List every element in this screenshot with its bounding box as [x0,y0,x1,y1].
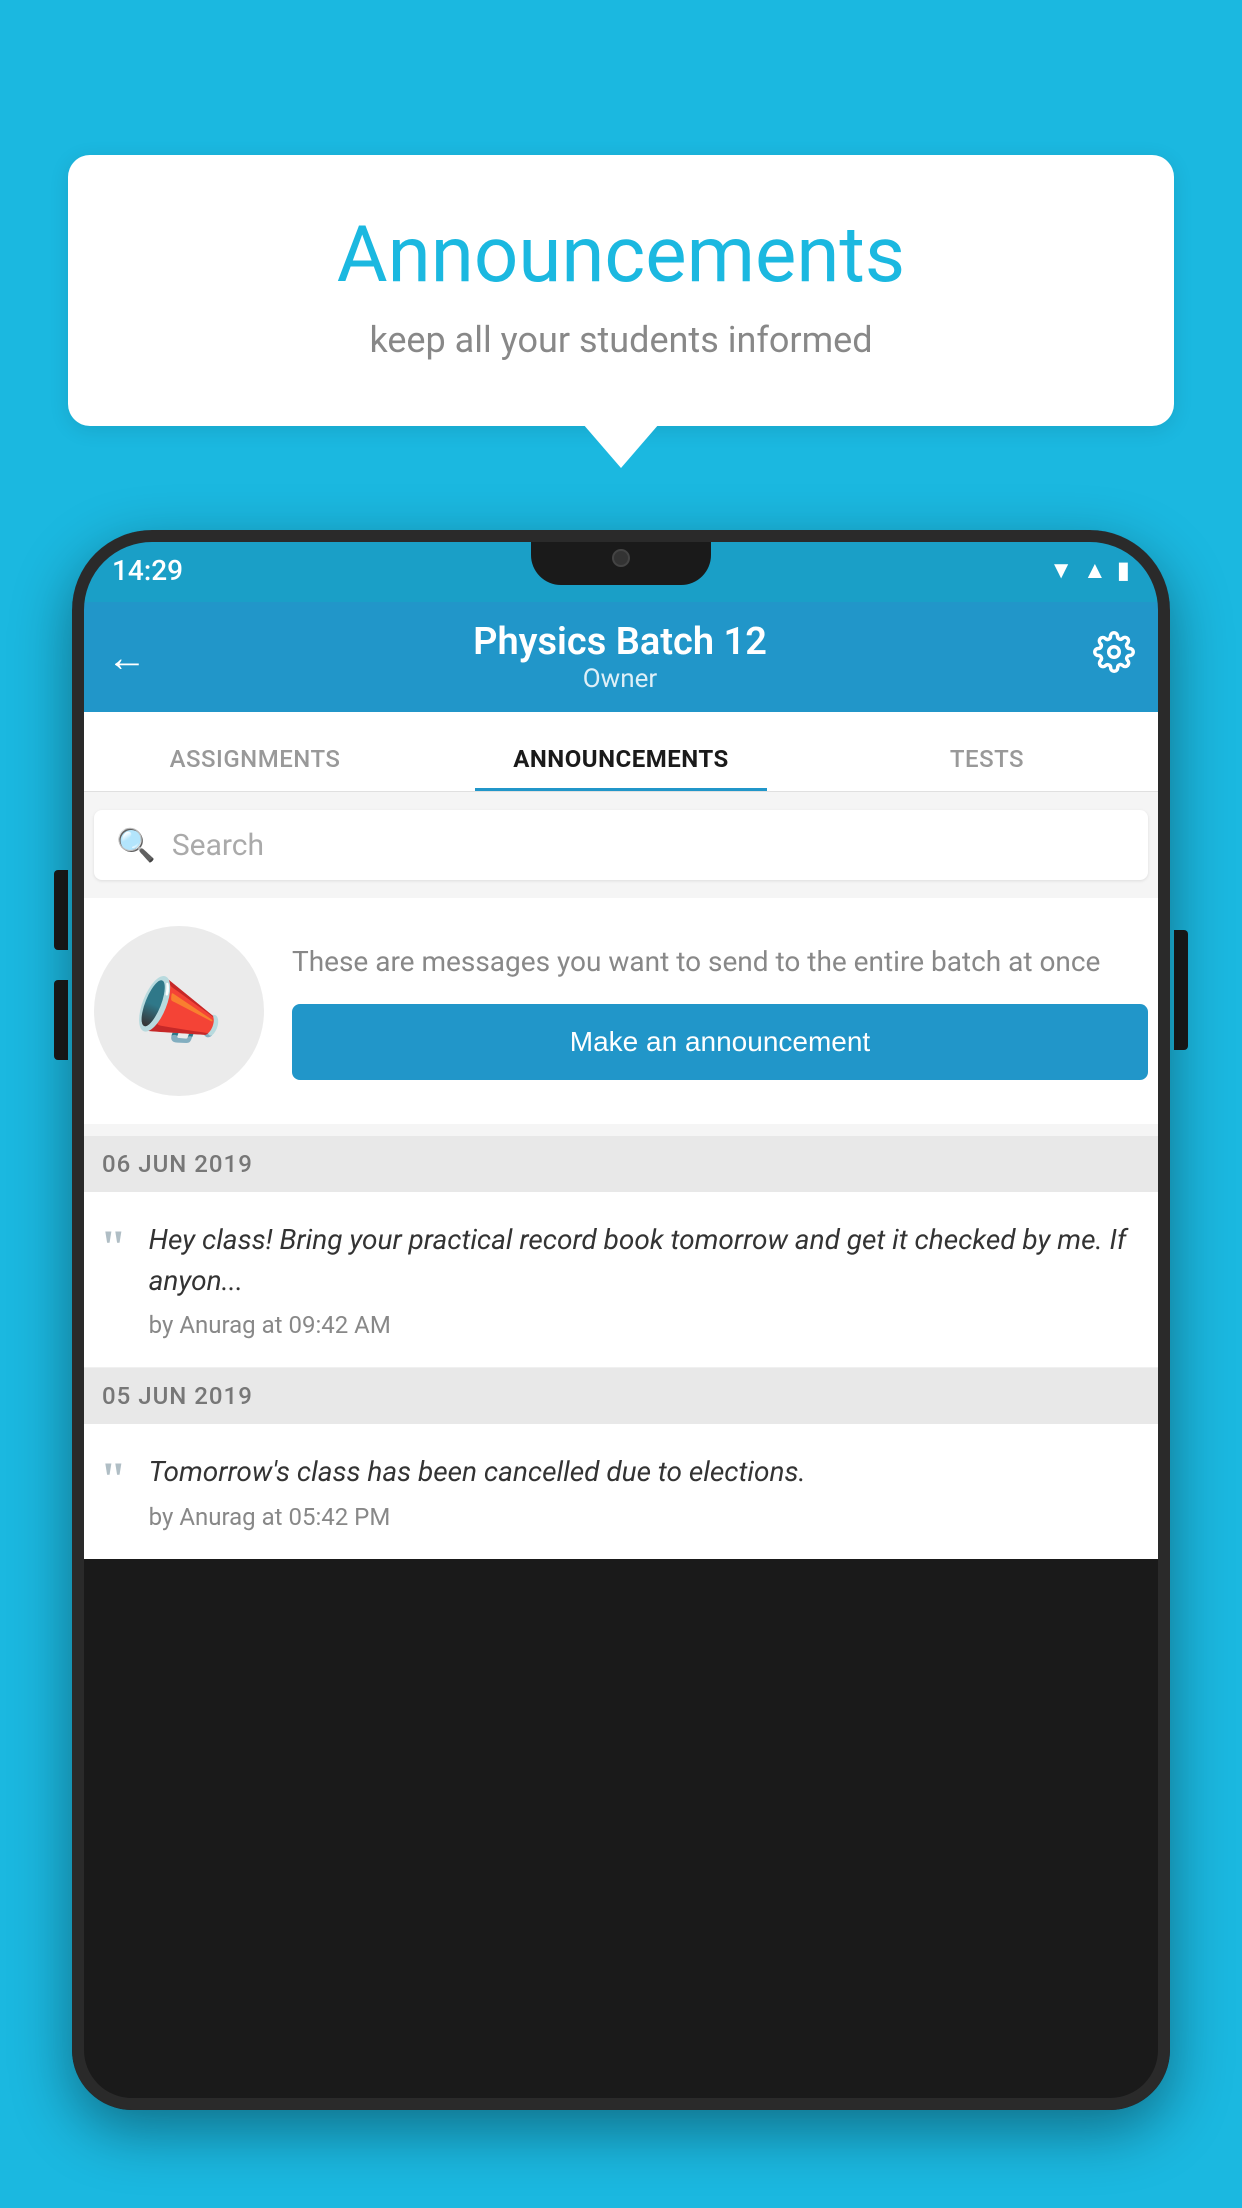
back-button[interactable]: ← [107,634,147,681]
search-bar[interactable]: 🔍 Search [94,810,1148,880]
wifi-icon: ▼ [1049,556,1073,585]
tabs-container: ASSIGNMENTS ANNOUNCEMENTS TESTS [72,712,1170,792]
announcement-meta-1: by Anurag at 09:42 AM [149,1311,1142,1339]
header-title: Physics Batch 12 [473,620,767,664]
phone-power-button [1174,930,1188,1050]
speech-bubble-card: Announcements keep all your students inf… [68,155,1174,426]
announcement-message-1: Hey class! Bring your practical record b… [149,1220,1142,1301]
battery-icon: ▮ [1117,556,1130,584]
prompt-description: These are messages you want to send to t… [292,942,1148,981]
make-announcement-button[interactable]: Make an announcement [292,1004,1148,1080]
announcement-message-2: Tomorrow's class has been cancelled due … [149,1452,1142,1493]
megaphone-circle: 📣 [94,926,264,1096]
speech-bubble-section: Announcements keep all your students inf… [68,155,1174,426]
phone-mockup: 14:29 ▼ ▲ ▮ ← Physics Batch 12 Owner [72,530,1170,2208]
phone-vol-down-button [54,980,68,1060]
announcement-text-block-2: Tomorrow's class has been cancelled due … [149,1452,1142,1531]
tab-announcements[interactable]: ANNOUNCEMENTS [438,745,804,791]
signal-icon: ▲ [1083,556,1107,585]
date-separator-2: 05 JUN 2019 [72,1368,1170,1424]
phone-notch [531,530,711,585]
header-subtitle: Owner [473,664,767,694]
bubble-title: Announcements [128,210,1114,301]
header-center: Physics Batch 12 Owner [473,620,767,694]
tab-assignments[interactable]: ASSIGNMENTS [72,745,438,791]
quote-icon-2: " [100,1456,127,1504]
announcement-text-block-1: Hey class! Bring your practical record b… [149,1220,1142,1339]
app-header: ← Physics Batch 12 Owner [72,602,1170,712]
announcement-item-1[interactable]: " Hey class! Bring your practical record… [72,1192,1170,1368]
app-content: 🔍 Search 📣 These are messages you want t… [72,792,1170,1559]
announcement-prompt-section: 📣 These are messages you want to send to… [72,898,1170,1124]
settings-button[interactable] [1093,631,1135,683]
phone-frame: 14:29 ▼ ▲ ▮ ← Physics Batch 12 Owner [72,530,1170,2110]
phone-vol-up-button [54,870,68,950]
megaphone-icon: 📣 [134,969,224,1054]
tab-tests[interactable]: TESTS [804,745,1170,791]
bubble-subtitle: keep all your students informed [128,319,1114,361]
quote-icon-1: " [100,1224,127,1272]
search-placeholder: Search [172,828,264,863]
status-icons: ▼ ▲ ▮ [1049,556,1130,585]
date-label-2: 05 JUN 2019 [102,1382,253,1410]
prompt-right: These are messages you want to send to t… [292,942,1148,1079]
date-label-1: 06 JUN 2019 [102,1150,253,1178]
search-icon: 🔍 [116,826,156,864]
announcement-item-2[interactable]: " Tomorrow's class has been cancelled du… [72,1424,1170,1559]
status-time: 14:29 [112,554,183,587]
camera-dot [612,549,630,567]
announcement-meta-2: by Anurag at 05:42 PM [149,1503,1142,1531]
date-separator-1: 06 JUN 2019 [72,1136,1170,1192]
